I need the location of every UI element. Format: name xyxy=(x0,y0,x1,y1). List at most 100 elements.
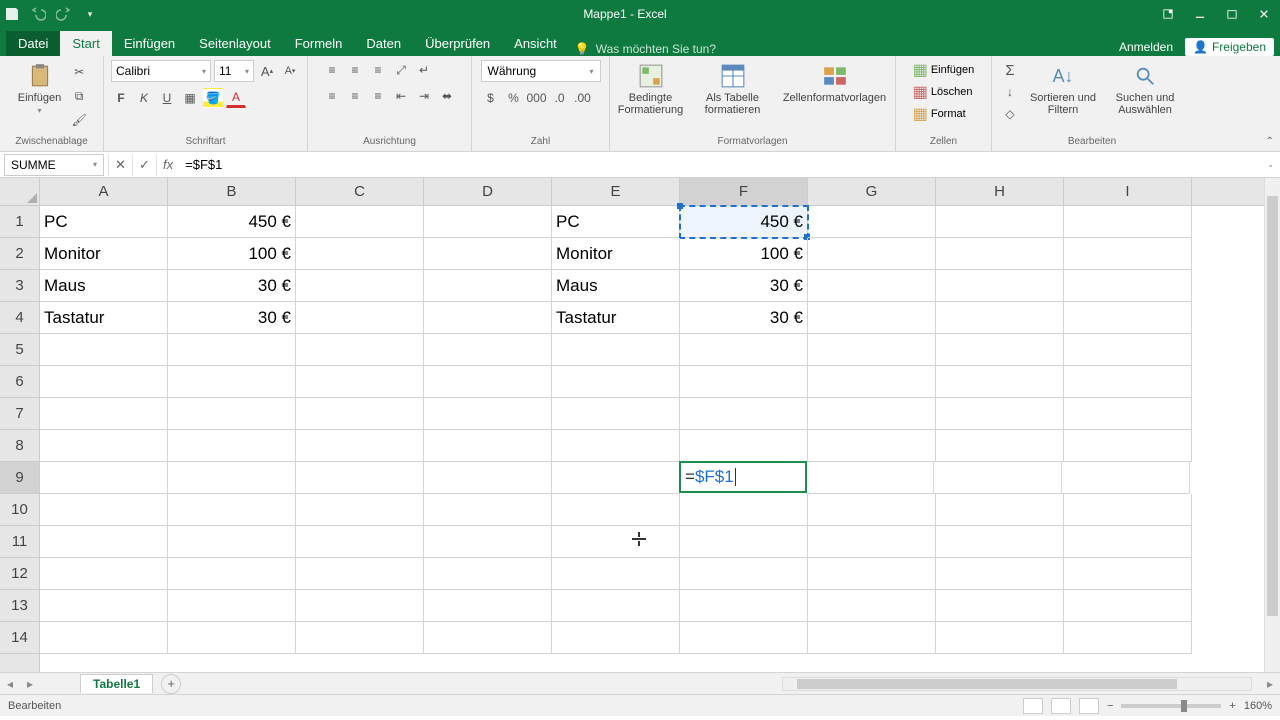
add-sheet-button[interactable]: + xyxy=(161,674,181,694)
cell-H12[interactable] xyxy=(936,558,1064,590)
conditional-formatting-button[interactable]: Bedingte Formatierung xyxy=(612,60,690,118)
cell-E9[interactable] xyxy=(552,462,680,494)
confirm-formula-button[interactable]: ✓ xyxy=(132,154,156,176)
cell-G9[interactable] xyxy=(806,462,934,494)
cell-C11[interactable] xyxy=(296,526,424,558)
fx-icon[interactable]: fx xyxy=(156,154,179,176)
autosum-icon[interactable]: Σ xyxy=(1000,60,1020,80)
cell-F10[interactable] xyxy=(680,494,808,526)
cell-I12[interactable] xyxy=(1064,558,1192,590)
format-as-table-button[interactable]: Als Tabelle formatieren xyxy=(694,60,772,118)
page-layout-view-icon[interactable] xyxy=(1051,698,1071,714)
signin-link[interactable]: Anmelden xyxy=(1111,40,1181,54)
tab-insert[interactable]: Einfügen xyxy=(112,31,187,56)
cell-G7[interactable] xyxy=(808,398,936,430)
cell-B8[interactable] xyxy=(168,430,296,462)
cell-I7[interactable] xyxy=(1064,398,1192,430)
clear-icon[interactable]: ◇ xyxy=(1000,104,1020,124)
cell-A4[interactable]: Tastatur xyxy=(40,302,168,334)
find-select-button[interactable]: Suchen und Auswählen xyxy=(1106,60,1184,118)
save-icon[interactable] xyxy=(4,6,20,22)
decrease-decimal-icon[interactable]: .00 xyxy=(573,88,593,108)
sheet-tab-1[interactable]: Tabelle1 xyxy=(80,674,153,693)
share-button[interactable]: 👤 Freigeben xyxy=(1185,38,1274,56)
delete-cells-button[interactable]: ▦Löschen xyxy=(913,82,973,102)
cell-C12[interactable] xyxy=(296,558,424,590)
tab-data[interactable]: Daten xyxy=(354,31,413,56)
cell-B3[interactable]: 30 € xyxy=(168,270,296,302)
row-header-7[interactable]: 7 xyxy=(0,398,39,430)
zoom-in-icon[interactable]: + xyxy=(1229,700,1235,712)
row-header-4[interactable]: 4 xyxy=(0,302,39,334)
cell-C6[interactable] xyxy=(296,366,424,398)
cell-A12[interactable] xyxy=(40,558,168,590)
cell-F8[interactable] xyxy=(680,430,808,462)
cell-G8[interactable] xyxy=(808,430,936,462)
cell-B13[interactable] xyxy=(168,590,296,622)
merge-icon[interactable]: ⬌ xyxy=(437,86,457,106)
cell-E4[interactable]: Tastatur xyxy=(552,302,680,334)
row-header-14[interactable]: 14 xyxy=(0,622,39,654)
row-header-10[interactable]: 10 xyxy=(0,494,39,526)
cell-C2[interactable] xyxy=(296,238,424,270)
select-all-corner[interactable] xyxy=(0,178,40,206)
cell-A3[interactable]: Maus xyxy=(40,270,168,302)
cell-styles-button[interactable]: Zellenformatvorlagen xyxy=(776,60,894,106)
cell-A13[interactable] xyxy=(40,590,168,622)
cell-E3[interactable]: Maus xyxy=(552,270,680,302)
cell-A8[interactable] xyxy=(40,430,168,462)
cell-E12[interactable] xyxy=(552,558,680,590)
cell-H8[interactable] xyxy=(936,430,1064,462)
cell-C14[interactable] xyxy=(296,622,424,654)
cell-B10[interactable] xyxy=(168,494,296,526)
tab-review[interactable]: Überprüfen xyxy=(413,31,502,56)
align-left-icon[interactable]: ≡ xyxy=(322,86,342,106)
cell-H9[interactable] xyxy=(934,462,1062,494)
cell-F5[interactable] xyxy=(680,334,808,366)
cell-B5[interactable] xyxy=(168,334,296,366)
copy-icon[interactable]: ⧉ xyxy=(69,86,89,106)
cell-G3[interactable] xyxy=(808,270,936,302)
cell-G6[interactable] xyxy=(808,366,936,398)
cell-A5[interactable] xyxy=(40,334,168,366)
fill-color-icon[interactable]: 🪣 xyxy=(203,88,223,108)
cell-I10[interactable] xyxy=(1064,494,1192,526)
row-header-12[interactable]: 12 xyxy=(0,558,39,590)
cell-D9[interactable] xyxy=(424,462,552,494)
cell-H10[interactable] xyxy=(936,494,1064,526)
cell-C8[interactable] xyxy=(296,430,424,462)
cell-G1[interactable] xyxy=(808,206,936,238)
cell-B14[interactable] xyxy=(168,622,296,654)
cell-H14[interactable] xyxy=(936,622,1064,654)
cell-D1[interactable] xyxy=(424,206,552,238)
cell-E8[interactable] xyxy=(552,430,680,462)
tell-me-search[interactable]: 💡 Was möchten Sie tun? xyxy=(569,42,716,56)
cell-A10[interactable] xyxy=(40,494,168,526)
paste-button[interactable]: Einfügen ▾ xyxy=(14,60,65,117)
cell-G13[interactable] xyxy=(808,590,936,622)
close-button[interactable] xyxy=(1248,0,1280,28)
format-painter-icon[interactable]: 🖌 xyxy=(69,110,89,130)
row-header-6[interactable]: 6 xyxy=(0,366,39,398)
cell-F13[interactable] xyxy=(680,590,808,622)
undo-icon[interactable] xyxy=(30,6,46,22)
row-header-9[interactable]: 9 xyxy=(0,462,39,494)
decrease-font-icon[interactable]: A▾ xyxy=(280,61,300,81)
hscroll-right-icon[interactable]: ▸ xyxy=(1260,677,1280,691)
cell-C3[interactable] xyxy=(296,270,424,302)
column-header-D[interactable]: D xyxy=(424,178,552,205)
font-name-select[interactable]: Calibri▾ xyxy=(111,60,211,82)
border-icon[interactable]: ▦ xyxy=(180,88,200,108)
cell-B12[interactable] xyxy=(168,558,296,590)
cell-H11[interactable] xyxy=(936,526,1064,558)
cell-H3[interactable] xyxy=(936,270,1064,302)
cell-H6[interactable] xyxy=(936,366,1064,398)
row-header-5[interactable]: 5 xyxy=(0,334,39,366)
tab-home[interactable]: Start xyxy=(60,31,111,56)
formula-input[interactable] xyxy=(179,154,1261,176)
cell-D11[interactable] xyxy=(424,526,552,558)
number-format-select[interactable]: Währung▾ xyxy=(481,60,601,82)
cell-H5[interactable] xyxy=(936,334,1064,366)
cell-I8[interactable] xyxy=(1064,430,1192,462)
cell-D13[interactable] xyxy=(424,590,552,622)
